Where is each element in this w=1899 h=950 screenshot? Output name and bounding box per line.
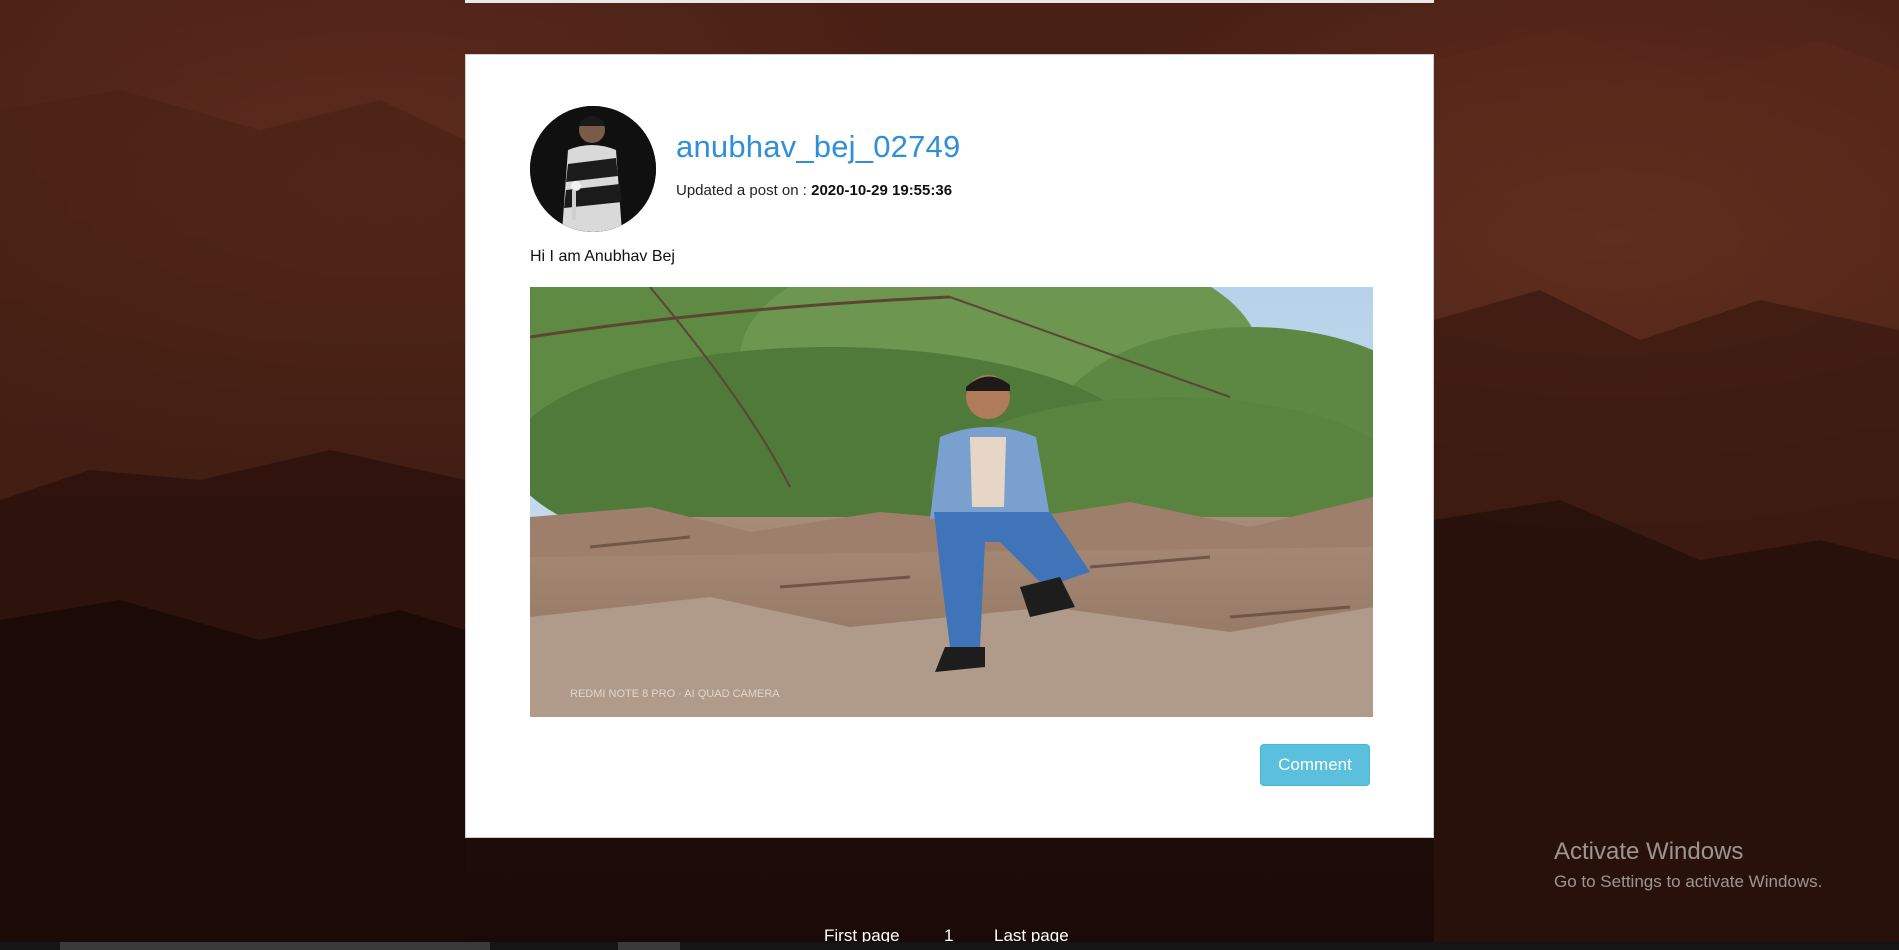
- post-card: anubhav_bej_02749 Updated a post on : 20…: [465, 54, 1434, 838]
- watermark-subtitle: Go to Settings to activate Windows.: [1554, 872, 1823, 891]
- username-link[interactable]: anubhav_bej_02749: [676, 129, 960, 165]
- post-photo: REDMI NOTE 8 PRO · AI QUAD CAMERA: [530, 287, 1373, 717]
- activate-windows-watermark: Activate Windows Go to Settings to activ…: [1554, 838, 1822, 892]
- top-divider: [465, 0, 1434, 3]
- post-image: REDMI NOTE 8 PRO · AI QUAD CAMERA: [530, 287, 1373, 717]
- svg-text:REDMI NOTE 8 PRO · AI QUAD CAM: REDMI NOTE 8 PRO · AI QUAD CAMERA: [570, 688, 780, 700]
- scrollbar-segment: [618, 942, 680, 950]
- avatar-photo: [530, 106, 656, 232]
- scrollbar-thumb[interactable]: [60, 942, 490, 950]
- post-meta: Updated a post on : 2020-10-29 19:55:36: [676, 182, 952, 199]
- comment-button[interactable]: Comment: [1260, 744, 1370, 786]
- updated-label: Updated a post on :: [676, 182, 812, 199]
- post-text: Hi I am Anubhav Bej: [530, 248, 675, 265]
- watermark-title: Activate Windows: [1554, 838, 1744, 865]
- user-avatar[interactable]: [530, 106, 656, 232]
- horizontal-scrollbar[interactable]: [0, 942, 1899, 950]
- post-date: 2020-10-29 19:55:36: [811, 182, 953, 199]
